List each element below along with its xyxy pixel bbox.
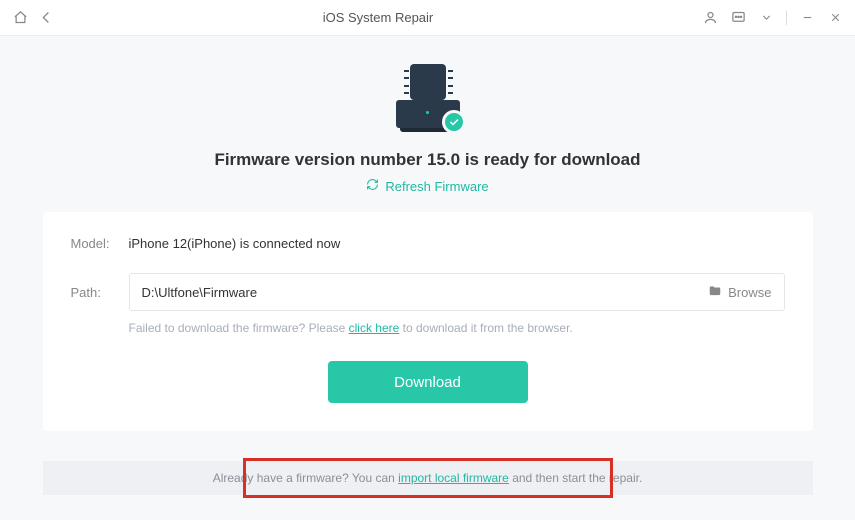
window-title: iOS System Repair xyxy=(54,10,702,25)
main-area: Firmware version number 15.0 is ready fo… xyxy=(0,36,855,520)
firmware-chip-illustration xyxy=(388,62,468,132)
click-here-link[interactable]: click here xyxy=(349,321,400,335)
refresh-icon xyxy=(366,178,379,194)
path-input-container: Browse xyxy=(129,273,785,311)
import-firmware-bar: Already have a firmware? You can import … xyxy=(43,461,813,495)
browse-label: Browse xyxy=(728,285,771,300)
download-helper-text: Failed to download the firmware? Please … xyxy=(71,321,785,335)
home-icon[interactable] xyxy=(12,10,28,26)
refresh-label: Refresh Firmware xyxy=(385,179,488,194)
close-icon[interactable] xyxy=(827,10,843,26)
chevron-down-icon[interactable] xyxy=(758,10,774,26)
path-input[interactable] xyxy=(142,285,699,300)
firmware-card: Model: iPhone 12(iPhone) is connected no… xyxy=(43,212,813,431)
browse-button[interactable]: Browse xyxy=(698,284,771,301)
model-value: iPhone 12(iPhone) is connected now xyxy=(129,236,341,251)
refresh-firmware-link[interactable]: Refresh Firmware xyxy=(366,178,488,194)
minimize-icon[interactable] xyxy=(799,10,815,26)
divider xyxy=(786,11,787,25)
download-button[interactable]: Download xyxy=(328,361,528,403)
account-icon[interactable] xyxy=(702,10,718,26)
path-label: Path: xyxy=(71,285,129,300)
titlebar: iOS System Repair xyxy=(0,0,855,36)
model-label: Model: xyxy=(71,236,129,251)
headline: Firmware version number 15.0 is ready fo… xyxy=(214,150,640,170)
check-icon xyxy=(442,110,466,134)
folder-icon xyxy=(708,284,722,301)
import-local-firmware-link[interactable]: import local firmware xyxy=(398,471,509,485)
back-icon[interactable] xyxy=(38,10,54,26)
feedback-icon[interactable] xyxy=(730,10,746,26)
